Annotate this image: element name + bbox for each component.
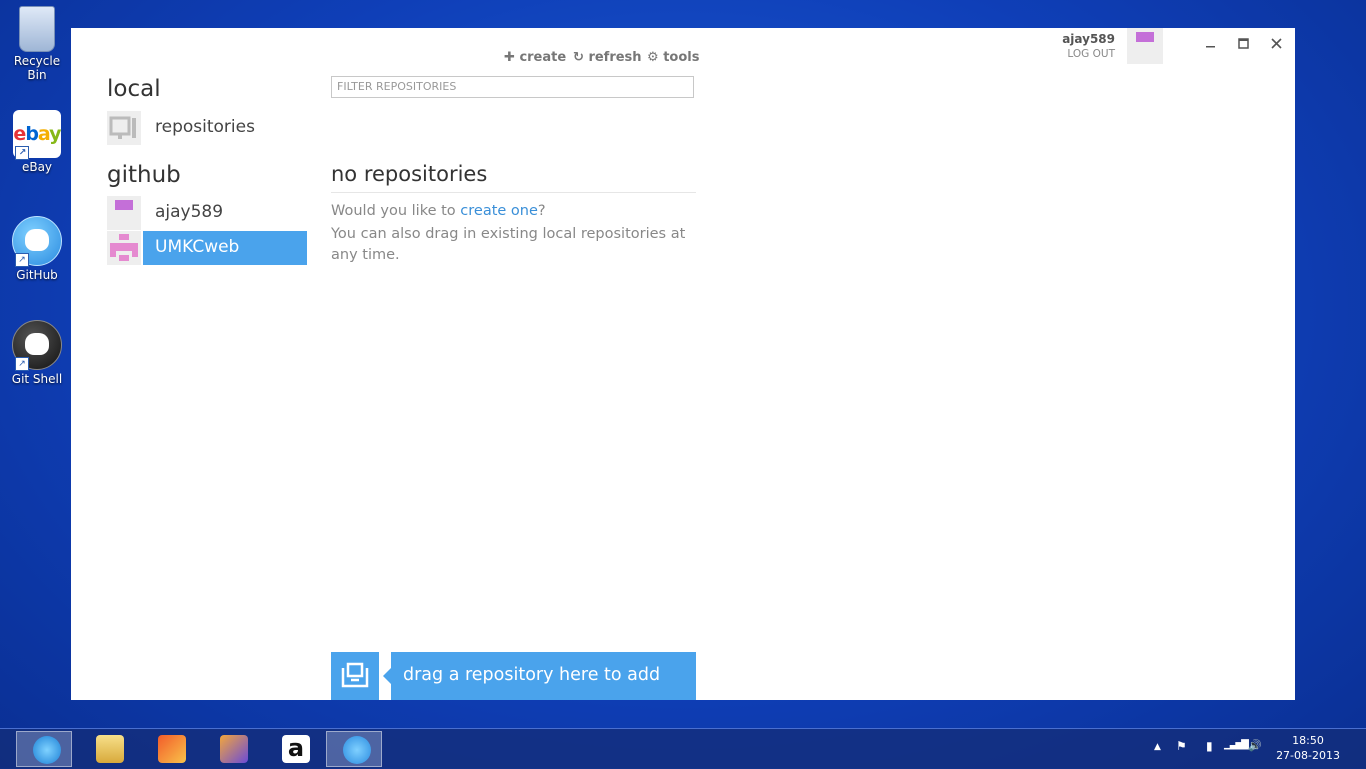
user-name: ajay589 [1062,32,1115,46]
internet-explorer-icon [33,736,61,764]
avatar[interactable] [1127,28,1163,64]
git-shell-icon: ↗ [12,320,62,371]
taskbar: a ▲ ⚑ ▮ ▁▃▅▇ 🔊 18:50 27-08-2013 [0,728,1366,769]
minimize-button[interactable] [1201,34,1221,54]
drop-zone[interactable]: drag a repository here to add [383,652,696,700]
sidebar-item-ajay589[interactable]: ajay589 [107,196,307,230]
desktop-icon-github[interactable]: ↗ GitHub [6,216,68,282]
plus-icon: ✚ [504,50,515,65]
clock-time: 18:50 [1292,734,1324,747]
computer-icon [107,111,141,145]
media-player-icon [220,735,248,763]
gear-icon: ⚙ [647,50,659,65]
shortcut-arrow-icon: ↗ [15,253,29,267]
tools-button[interactable]: ⚙ tools [647,50,699,65]
taskbar-media-center[interactable] [142,731,198,767]
sidebar-item-label: repositories [155,117,255,137]
desktop-icon-label: Git Shell [11,372,63,386]
empty-state-drag-hint: You can also drag in existing local repo… [331,226,686,263]
empty-state-title: no repositories [331,162,696,193]
github-heading: github [107,162,181,188]
desktop-icon-recycle-bin[interactable]: Recycle Bin [6,6,68,82]
taskbar-internet-explorer[interactable] [16,731,72,767]
file-explorer-icon [96,735,124,763]
sidebar-item-local-repositories[interactable]: repositories [107,111,307,145]
desktop-icon-label: Recycle Bin [13,54,61,82]
avatar [107,196,141,230]
shortcut-arrow-icon: ↗ [15,146,29,160]
volume-icon[interactable]: 🔊 [1248,739,1262,752]
sidebar-item-label: UMKCweb [155,237,240,257]
refresh-icon: ↻ [573,50,584,65]
action-center-flag-icon[interactable]: ⚑ [1176,739,1187,753]
taskbar-file-explorer[interactable] [80,731,136,767]
media-center-icon [158,735,186,763]
shortcut-arrow-icon: ↗ [15,357,29,371]
github-icon: ↗ [12,216,62,267]
desktop-icon-label: GitHub [16,268,58,282]
filter-repositories-input[interactable]: FILTER REPOSITORIES [331,76,694,98]
refresh-button[interactable]: ↻ refresh [573,50,642,65]
empty-state-create-line: Would you like to create one? [331,203,546,219]
amazon-icon: a [282,735,310,763]
tray-expand-icon[interactable]: ▲ [1154,742,1161,752]
close-button[interactable] [1267,34,1287,54]
drop-zone-icon [331,652,379,700]
sidebar-item-umkcweb[interactable]: UMKCweb [107,231,307,265]
battery-icon[interactable]: ▮ [1206,739,1213,753]
create-one-link[interactable]: create one [460,203,538,219]
taskbar-media-player[interactable] [204,731,260,767]
ebay-icon: ebay ↗ [13,110,62,160]
maximize-button[interactable] [1234,34,1254,54]
taskbar-amazon[interactable]: a [266,731,322,767]
clock-date: 27-08-2013 [1276,749,1340,762]
taskbar-github[interactable] [326,731,382,767]
logout-link[interactable]: LOG OUT [1067,48,1115,60]
github-icon [343,736,371,764]
local-heading: local [107,76,161,102]
desktop-icon-ebay[interactable]: ebay ↗ eBay [6,110,68,174]
desktop-icon-git-shell[interactable]: ↗ Git Shell [6,320,68,386]
network-signal-icon[interactable]: ▁▃▅▇ [1224,739,1249,750]
desktop-icon-label: eBay [21,160,53,174]
sidebar-item-label: ajay589 [155,202,224,222]
recycle-bin-icon [19,6,55,52]
avatar [107,231,141,265]
clock[interactable]: 18:50 27-08-2013 [1276,733,1340,763]
github-app-window: local repositories github ajay589 UMKCwe… [71,28,1295,700]
create-button[interactable]: ✚ create [504,50,566,65]
